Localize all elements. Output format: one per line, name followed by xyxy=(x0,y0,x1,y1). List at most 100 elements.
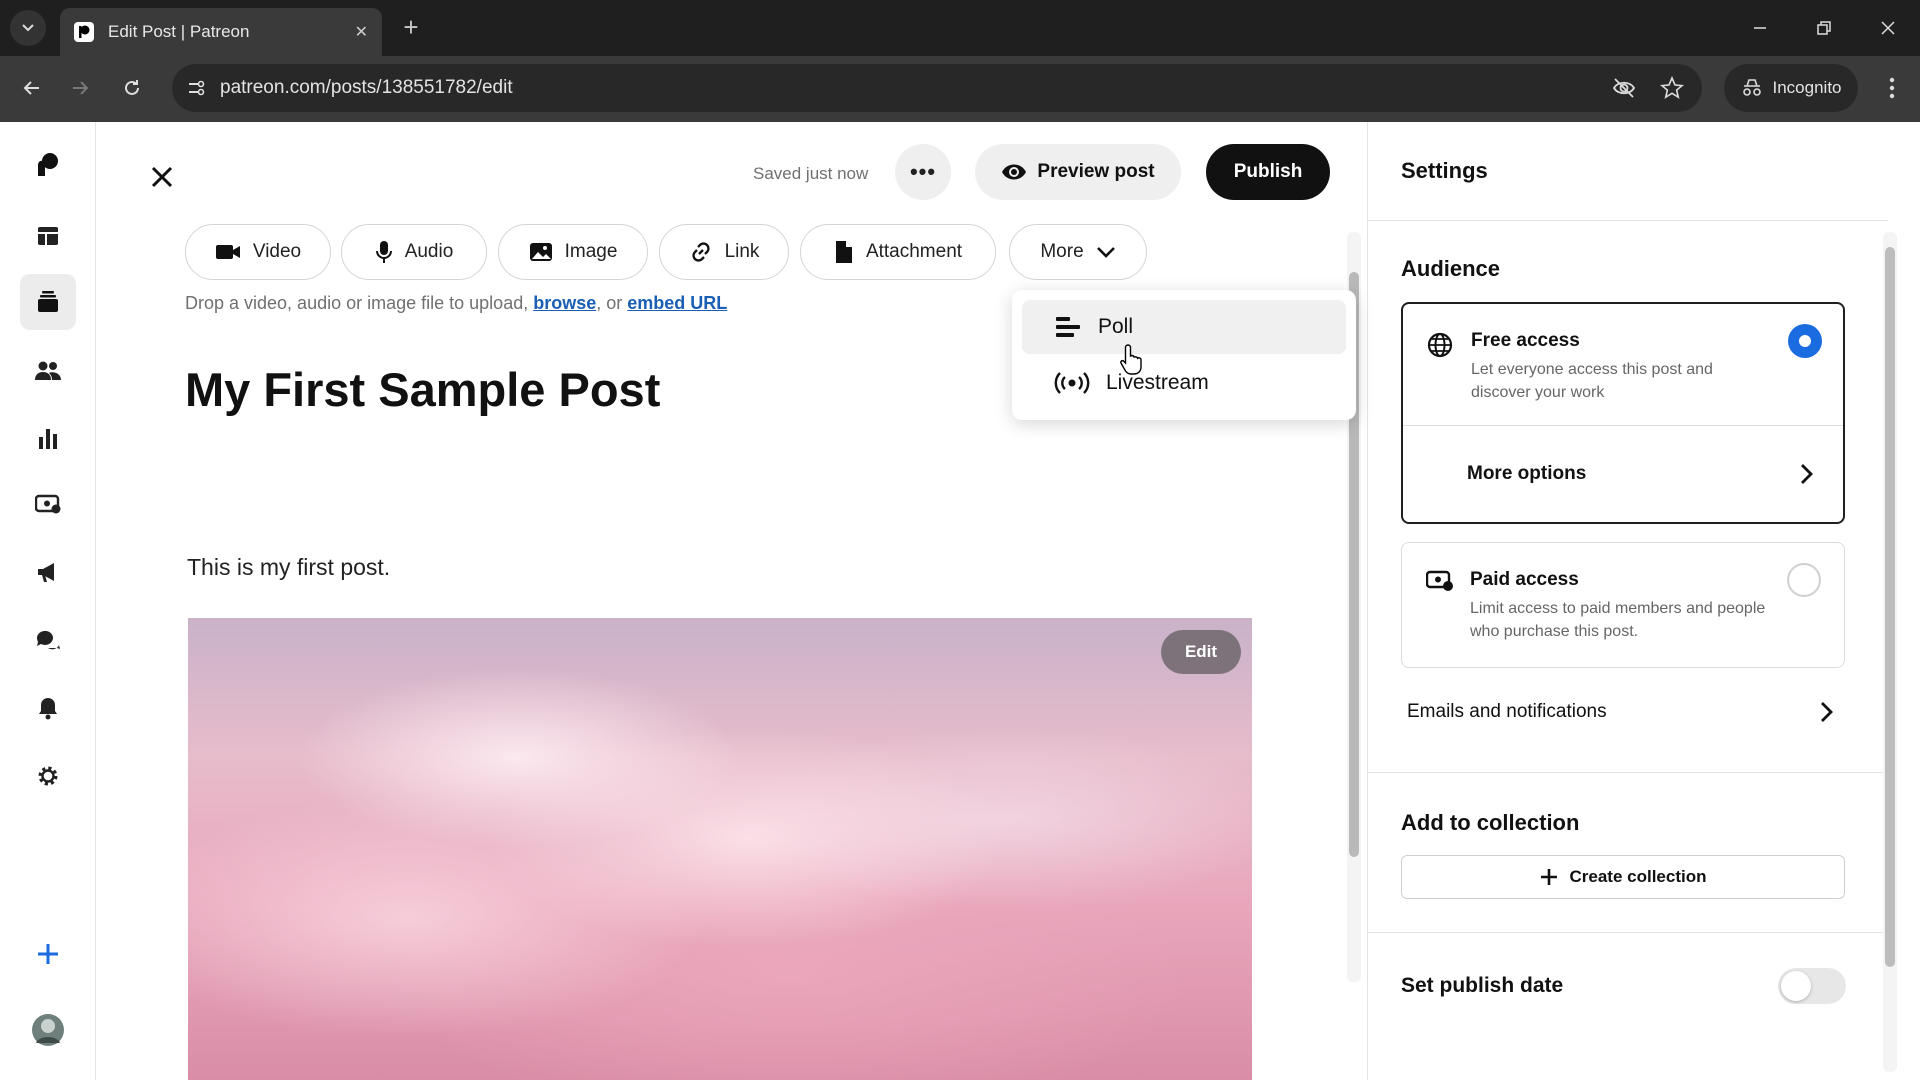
divider xyxy=(1368,772,1888,773)
add-video-button[interactable]: Video xyxy=(185,224,331,280)
preview-post-button[interactable]: Preview post xyxy=(975,144,1181,200)
url-text[interactable]: patreon.com/posts/138551782/edit xyxy=(220,77,513,99)
publish-date-toggle[interactable] xyxy=(1778,968,1846,1004)
bookmark-star-icon[interactable] xyxy=(1660,76,1684,100)
tab-title: Edit Post | Patreon xyxy=(108,22,250,41)
payouts-icon[interactable] xyxy=(28,484,68,524)
divider xyxy=(1368,220,1888,221)
emails-notifications-label: Emails and notifications xyxy=(1407,701,1607,722)
paid-access-card[interactable]: Paid access Limit access to paid members… xyxy=(1401,542,1845,668)
add-attachment-button[interactable]: Attachment xyxy=(800,224,996,280)
create-collection-label: Create collection xyxy=(1569,867,1707,886)
chevron-down-icon xyxy=(22,24,34,32)
image-label: Image xyxy=(564,241,618,262)
address-bar[interactable]: patreon.com/posts/138551782/edit xyxy=(172,64,1702,112)
file-icon xyxy=(835,241,852,263)
minimize-button[interactable] xyxy=(1740,10,1780,46)
post-editor: Saved just now ••• Preview post Publish … xyxy=(97,122,1367,1080)
tab-search-button[interactable] xyxy=(10,10,46,46)
publish-button[interactable]: Publish xyxy=(1206,144,1330,200)
emails-notifications-row[interactable]: Emails and notifications xyxy=(1401,682,1845,742)
eye-off-icon[interactable] xyxy=(1612,77,1636,99)
arrow-right-icon xyxy=(73,81,89,95)
settings-gear-icon[interactable] xyxy=(28,756,68,796)
browser-toolbar: patreon.com/posts/138551782/edit Incogni… xyxy=(0,56,1920,122)
edit-image-button[interactable]: Edit xyxy=(1161,630,1241,674)
avatar[interactable] xyxy=(28,1010,68,1050)
kebab-menu-icon xyxy=(1889,77,1895,99)
restore-button[interactable] xyxy=(1804,10,1844,46)
back-button[interactable] xyxy=(14,70,50,106)
video-label: Video xyxy=(252,241,302,262)
settings-scrollbar-thumb[interactable] xyxy=(1885,247,1895,967)
microphone-icon xyxy=(375,241,392,263)
post-body-field[interactable]: This is my first post. xyxy=(187,554,390,581)
insights-icon[interactable] xyxy=(28,418,68,458)
embed-url-link[interactable]: embed URL xyxy=(627,293,727,313)
arrow-left-icon xyxy=(23,81,39,95)
more-options-row[interactable]: More options xyxy=(1403,426,1843,522)
more-media-button[interactable]: More xyxy=(1009,224,1147,280)
close-editor-button[interactable] xyxy=(142,157,182,197)
chevron-right-icon xyxy=(1821,702,1833,722)
chats-icon[interactable] xyxy=(28,620,68,660)
browse-link[interactable]: browse xyxy=(533,293,596,313)
tab-strip: Edit Post | Patreon ✕ + xyxy=(0,0,1920,56)
incognito-icon xyxy=(1742,79,1761,96)
divider xyxy=(1368,932,1888,933)
free-access-card: Free access Let everyone access this pos… xyxy=(1401,302,1845,524)
add-link-button[interactable]: Link xyxy=(659,224,789,280)
notifications-bell-icon[interactable] xyxy=(28,688,68,728)
audience-icon[interactable] xyxy=(28,350,68,390)
create-collection-button[interactable]: Create collection xyxy=(1401,855,1845,899)
more-label: More xyxy=(1040,241,1084,262)
link-icon xyxy=(691,242,710,262)
more-actions-button[interactable]: ••• xyxy=(895,144,951,200)
reload-button[interactable] xyxy=(114,70,150,106)
paid-access-title: Paid access xyxy=(1470,569,1579,590)
incognito-label: Incognito xyxy=(1772,78,1842,97)
more-options-label: More options xyxy=(1467,463,1587,484)
post-title-field[interactable]: My First Sample Post xyxy=(185,362,660,417)
poll-icon xyxy=(1056,317,1080,337)
menu-item-livestream[interactable]: Livestream xyxy=(1022,356,1346,410)
close-icon xyxy=(151,166,173,188)
site-info-icon[interactable] xyxy=(186,78,206,98)
page-scrollbar[interactable] xyxy=(1904,124,1916,1080)
menu-item-poll[interactable]: Poll xyxy=(1022,300,1346,354)
free-access-description: Let everyone access this post and discov… xyxy=(1471,361,1713,401)
drop-hint: Drop a video, audio or image file to upl… xyxy=(185,293,727,314)
close-window-button[interactable] xyxy=(1868,10,1908,46)
create-plus-icon[interactable] xyxy=(28,934,68,974)
radio-dot xyxy=(1799,335,1811,347)
posts-library-icon[interactable] xyxy=(20,274,76,330)
add-audio-button[interactable]: Audio xyxy=(341,224,487,280)
chevron-down-icon xyxy=(1096,247,1115,258)
close-tab-icon[interactable]: ✕ xyxy=(355,22,368,42)
globe-icon xyxy=(1427,332,1453,358)
new-tab-button[interactable]: + xyxy=(396,12,426,42)
paid-access-radio[interactable] xyxy=(1787,563,1821,597)
forward-button[interactable] xyxy=(62,70,98,106)
creator-sidebar xyxy=(0,122,96,1080)
more-media-menu: Poll Livestream xyxy=(1012,290,1356,420)
tab-edit-post[interactable]: Edit Post | Patreon ✕ xyxy=(60,8,382,56)
free-access-title: Free access xyxy=(1471,330,1580,351)
reload-icon xyxy=(125,80,139,95)
dashboard-icon[interactable] xyxy=(28,216,68,256)
promotions-megaphone-icon[interactable] xyxy=(28,552,68,592)
minimize-icon xyxy=(1754,27,1766,29)
video-camera-icon xyxy=(215,245,240,259)
chevron-right-icon xyxy=(1801,464,1813,484)
free-access-radio[interactable] xyxy=(1788,324,1822,358)
free-access-option[interactable]: Free access Let everyone access this pos… xyxy=(1403,304,1843,426)
drop-hint-separator: , or xyxy=(596,293,628,313)
image-icon xyxy=(529,243,552,261)
incognito-indicator[interactable]: Incognito xyxy=(1724,64,1858,112)
patreon-logo-icon[interactable] xyxy=(28,144,68,184)
link-label: Link xyxy=(724,241,760,262)
add-image-button[interactable]: Image xyxy=(498,224,648,280)
browser-menu-button[interactable] xyxy=(1874,70,1910,106)
browser-window: Edit Post | Patreon ✕ + patreon.com/post… xyxy=(0,0,1920,1080)
settings-panel: Settings Audience Free access Let everyo… xyxy=(1367,122,1920,1080)
